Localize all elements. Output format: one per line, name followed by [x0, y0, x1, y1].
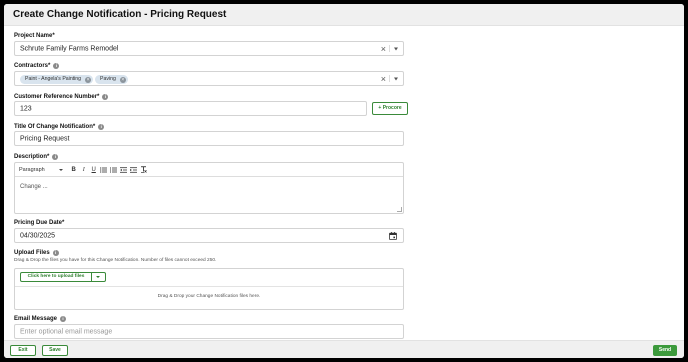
indent-decrease-icon[interactable] [119, 166, 129, 173]
contractors-select[interactable]: Paint - Angela's Painting × Paving × × [14, 71, 404, 86]
page-title: Create Change Notification - Pricing Req… [13, 9, 227, 20]
email-message-label: Email Message i [14, 316, 67, 322]
project-name-value: Schrute Family Farms Remodel [20, 45, 119, 52]
upload-files-label: Upload Files i [14, 250, 59, 256]
email-message-input[interactable]: Enter optional email message [14, 324, 404, 339]
title-label: Title Of Change Notification* i [14, 124, 105, 130]
bold-icon[interactable]: B [69, 167, 79, 173]
close-icon[interactable]: × [119, 76, 126, 83]
contractors-label: Contractors* i [14, 63, 60, 69]
email-message-placeholder: Enter optional email message [20, 328, 113, 335]
calendar-icon[interactable] [389, 231, 397, 240]
chevron-down-icon[interactable] [394, 47, 398, 50]
underline-icon[interactable]: U [89, 167, 99, 173]
contractor-chip[interactable]: Paving × [95, 75, 128, 84]
select-separator [389, 45, 390, 52]
due-date-label: Pricing Due Date* [14, 220, 64, 226]
send-button[interactable]: Send [653, 345, 677, 356]
dropzone-text: Drag & Drop your Change Notification fil… [157, 294, 261, 299]
info-icon[interactable]: i [102, 94, 109, 100]
bulleted-list-icon[interactable] [99, 166, 109, 173]
description-label: Description* i [14, 154, 59, 160]
description-editor[interactable]: Paragraph B I U Change ... [14, 162, 404, 214]
customer-reference-label-text: Customer Reference Number* [14, 94, 100, 100]
close-icon[interactable]: × [381, 44, 386, 54]
project-name-label-text: Project Name* [14, 33, 55, 39]
customer-reference-input[interactable]: 123 [14, 101, 367, 116]
upload-dropzone[interactable]: Click here to upload files Drag & Drop y… [14, 268, 404, 310]
description-text: Change ... [20, 184, 48, 190]
project-name-label: Project Name* [14, 33, 55, 39]
procore-button[interactable]: + Procore [372, 102, 408, 115]
chevron-down-icon [96, 276, 100, 278]
customer-reference-label: Customer Reference Number* i [14, 94, 109, 100]
save-button[interactable]: Save [42, 345, 68, 356]
email-message-label-text: Email Message [14, 316, 58, 322]
info-icon[interactable]: i [53, 63, 60, 69]
modal-window: Create Change Notification - Pricing Req… [4, 4, 684, 358]
exit-button[interactable]: Exit [10, 345, 36, 356]
form-body[interactable]: Project Name* Schrute Family Farms Remod… [4, 26, 684, 340]
info-icon[interactable]: i [52, 250, 59, 256]
select-separator [389, 75, 390, 82]
info-icon[interactable]: i [52, 154, 59, 160]
clear-formatting-icon[interactable] [139, 166, 149, 173]
info-icon[interactable]: i [98, 124, 105, 130]
editor-toolbar: Paragraph B I U [15, 163, 403, 177]
contractor-chip-label: Paving [100, 76, 116, 82]
divider [15, 286, 403, 287]
due-date-label-text: Pricing Due Date* [14, 220, 65, 226]
project-name-select[interactable]: Schrute Family Farms Remodel × [14, 41, 404, 56]
resize-handle[interactable] [397, 207, 402, 212]
contractors-label-text: Contractors* [14, 63, 51, 69]
due-date-input[interactable]: 04/30/2025 [14, 228, 404, 243]
due-date-value: 04/30/2025 [20, 232, 56, 239]
chevron-down-icon[interactable] [394, 77, 398, 80]
modal-header: Create Change Notification - Pricing Req… [4, 4, 684, 26]
description-label-text: Description* [14, 154, 50, 160]
chevron-down-icon [58, 168, 63, 171]
indent-increase-icon[interactable] [129, 166, 139, 173]
contractor-chip-label: Paint - Angela's Painting [25, 76, 82, 82]
paragraph-format-label: Paragraph [19, 166, 45, 173]
upload-files-button[interactable]: Click here to upload files [20, 272, 106, 282]
italic-icon[interactable]: I [79, 167, 89, 173]
modal-footer: Exit Save Send [4, 340, 684, 358]
paragraph-format-select[interactable]: Paragraph [19, 167, 63, 173]
upload-helper-text: Drag & Drop the files you have for this … [14, 258, 217, 263]
customer-reference-value: 123 [20, 105, 32, 112]
close-icon[interactable]: × [381, 74, 386, 84]
title-input[interactable]: Pricing Request [14, 131, 404, 146]
upload-files-label-text: Upload Files [14, 250, 50, 256]
numbered-list-icon[interactable] [109, 167, 119, 173]
info-icon[interactable]: i [60, 316, 67, 322]
upload-files-button-label: Click here to upload files [27, 274, 85, 279]
upload-options-dropdown[interactable] [91, 273, 105, 281]
close-icon[interactable]: × [85, 76, 92, 83]
title-value: Pricing Request [20, 135, 70, 142]
title-label-text: Title Of Change Notification* [14, 124, 96, 130]
contractor-chip[interactable]: Paint - Angela's Painting × [20, 75, 94, 84]
